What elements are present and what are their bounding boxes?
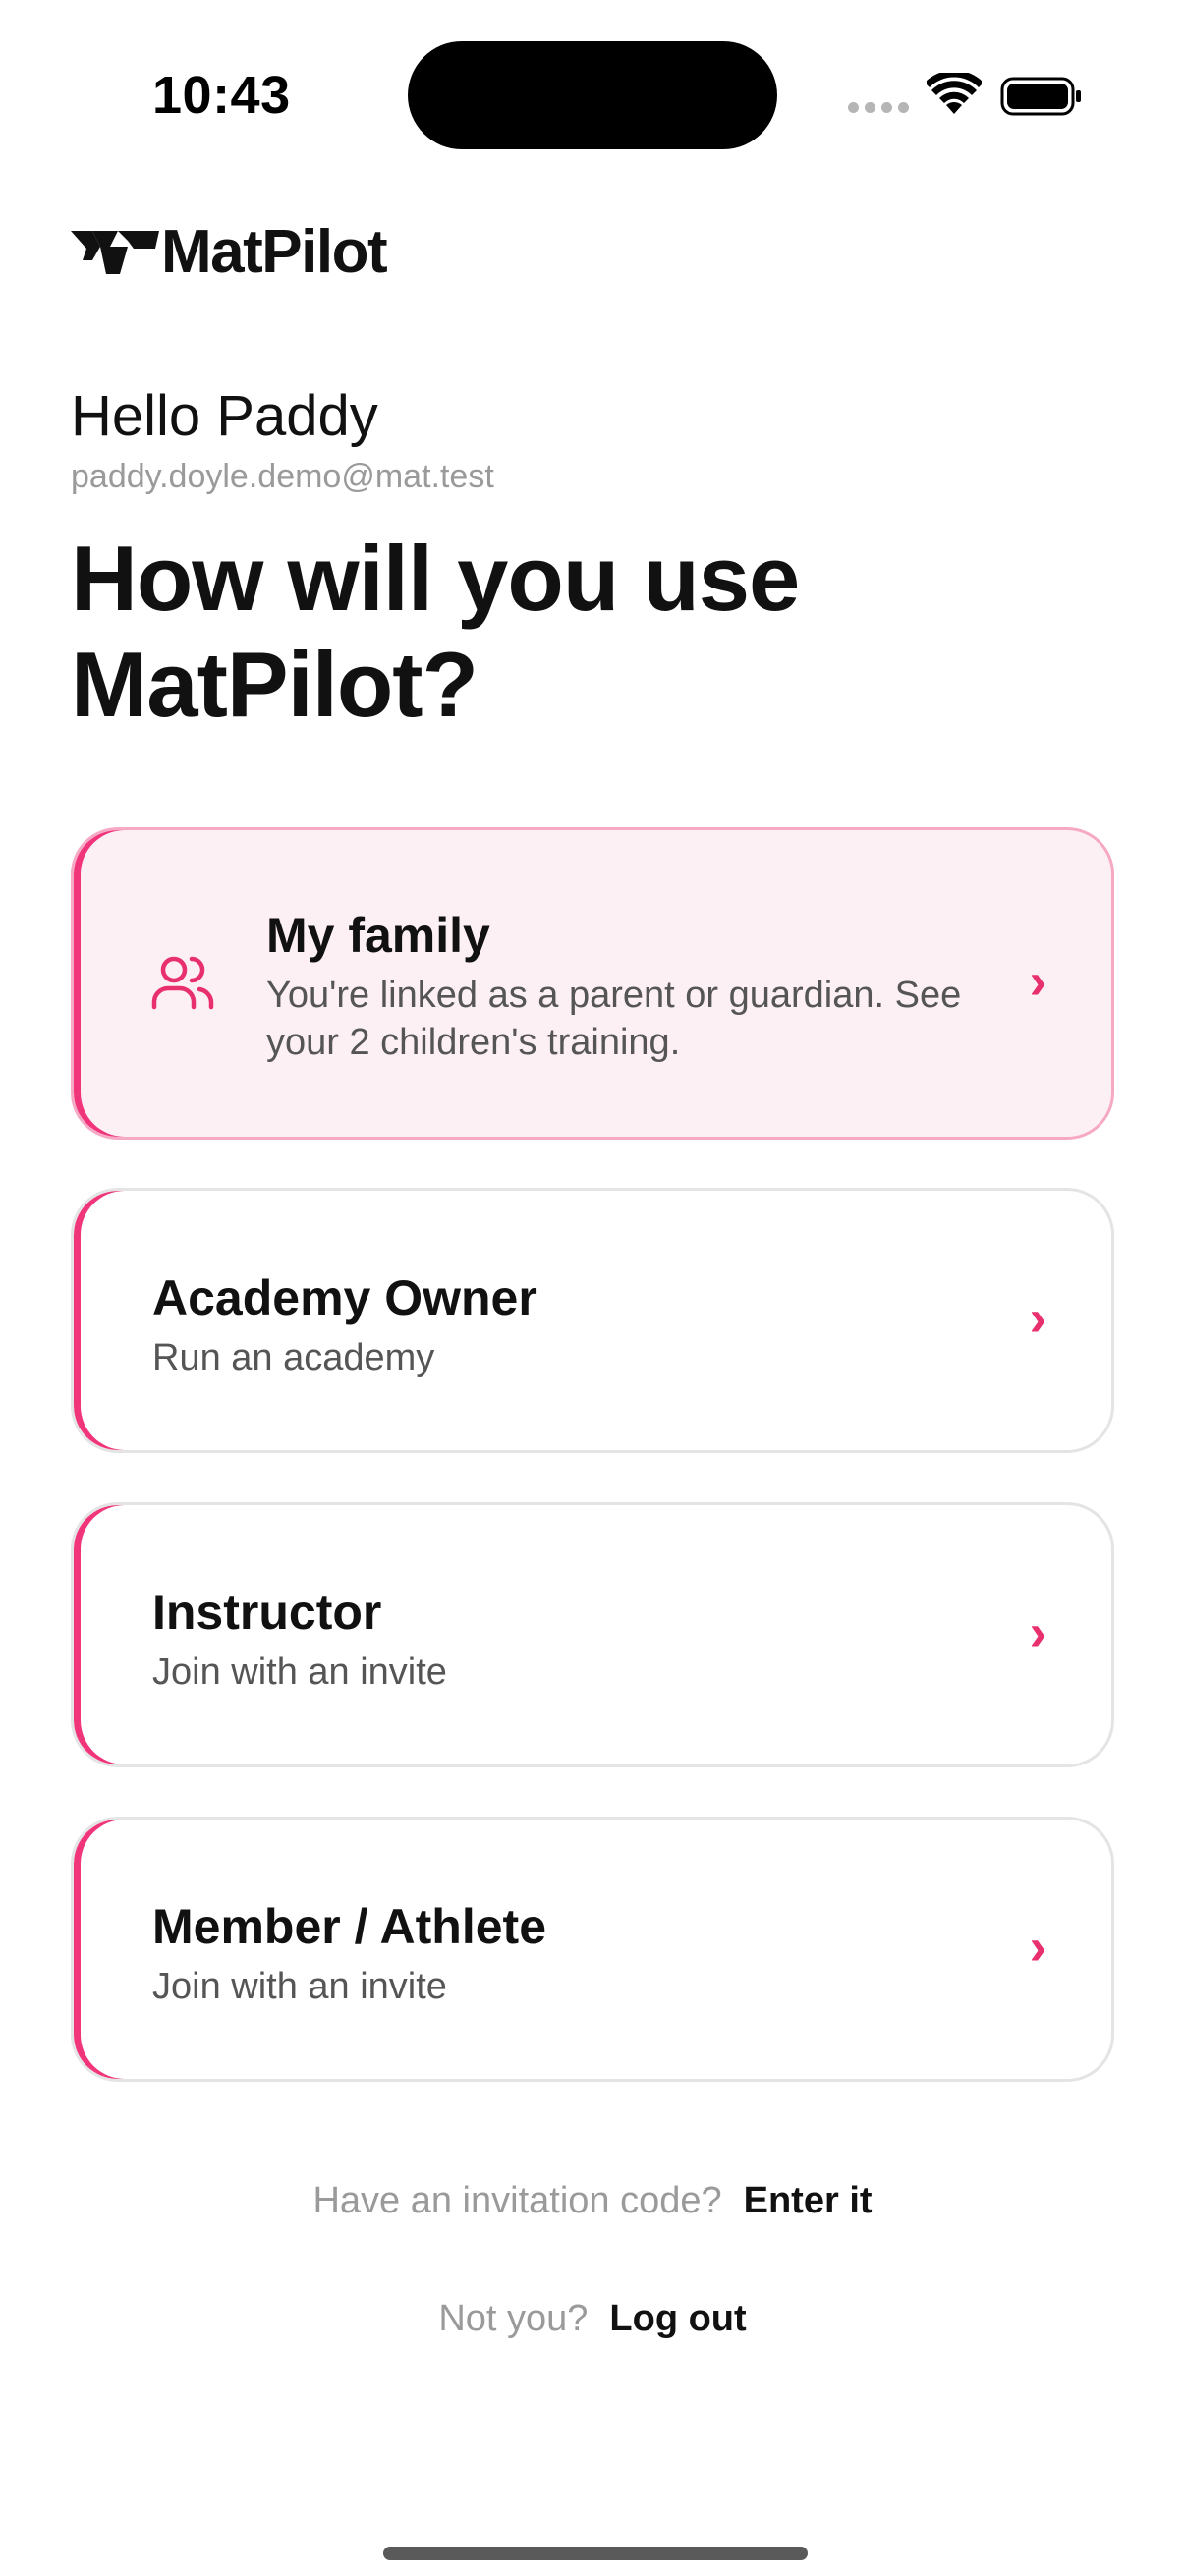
option-title: Member / Athlete bbox=[152, 1899, 547, 1954]
status-time: 10:43 bbox=[152, 66, 291, 125]
matpilot-logo-icon bbox=[71, 231, 159, 274]
enter-code-link[interactable]: Enter it bbox=[744, 2180, 873, 2222]
chevron-right-icon: › bbox=[1029, 1290, 1046, 1347]
chevron-right-icon: › bbox=[1029, 1604, 1046, 1661]
page-title: How will you use MatPilot? bbox=[71, 527, 800, 736]
home-indicator[interactable] bbox=[383, 2547, 808, 2560]
option-card-academy-owner[interactable]: Academy Owner Run an academy › bbox=[71, 1188, 1114, 1453]
wifi-icon bbox=[927, 73, 982, 114]
chevron-right-icon: › bbox=[1029, 953, 1046, 1010]
option-card-instructor[interactable]: Instructor Join with an invite › bbox=[71, 1502, 1114, 1767]
option-title: My family bbox=[266, 908, 490, 963]
greeting: Hello Paddy bbox=[71, 384, 378, 448]
option-title: Academy Owner bbox=[152, 1270, 537, 1325]
users-icon bbox=[151, 956, 214, 1010]
option-subtitle: You're linked as a parent or guardian. S… bbox=[266, 975, 962, 1063]
cellular-signal-icon bbox=[848, 102, 909, 113]
option-card-member-athlete[interactable]: Member / Athlete Join with an invite › bbox=[71, 1817, 1114, 2082]
role-selection-screen: 10:43 MatPilot Hello Paddy paddy.doyle.d… bbox=[0, 0, 1185, 2576]
brand-name: MatPilot bbox=[161, 218, 388, 286]
user-email: paddy.doyle.demo@mat.test bbox=[71, 458, 494, 495]
option-card-my-family[interactable]: My family You're linked as a parent or g… bbox=[71, 827, 1114, 1140]
logout-row: Not you? Log out bbox=[0, 2298, 1185, 2340]
dynamic-island bbox=[408, 41, 777, 149]
option-subtitle: Join with an invite bbox=[152, 1966, 447, 2007]
logout-prompt: Not you? bbox=[438, 2298, 589, 2339]
logout-link[interactable]: Log out bbox=[609, 2298, 746, 2340]
chevron-right-icon: › bbox=[1029, 1919, 1046, 1976]
option-subtitle: Join with an invite bbox=[152, 1652, 447, 1693]
app-logo: MatPilot bbox=[71, 218, 388, 286]
battery-icon bbox=[1000, 77, 1081, 116]
option-subtitle: Run an academy bbox=[152, 1337, 435, 1378]
invitation-row: Have an invitation code? Enter it bbox=[0, 2180, 1185, 2222]
option-title: Instructor bbox=[152, 1585, 382, 1640]
invitation-prompt: Have an invitation code? bbox=[312, 2180, 722, 2221]
